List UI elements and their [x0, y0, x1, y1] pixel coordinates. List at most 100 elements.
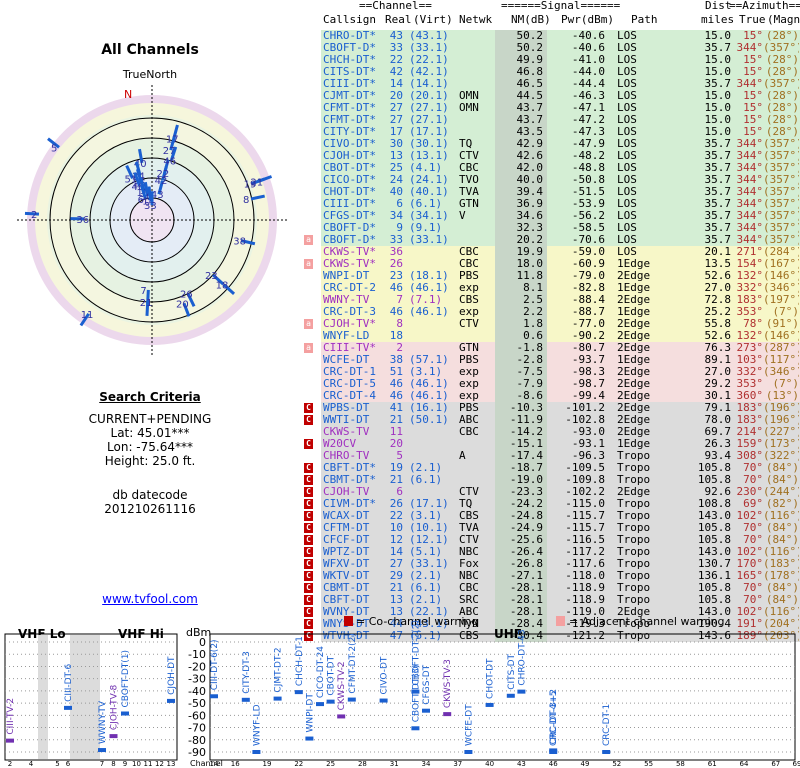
- table-row[interactable]: CIII-DT* 14 (14.1) 46.5 -44.4 LOS 35.7 344° (357…: [301, 78, 800, 90]
- cell-azimuth-magn: (357°): [763, 210, 799, 222]
- cell-nm-db: 44.5: [516, 90, 544, 102]
- table-row[interactable]: CIII-DT* 6 (6.1) GTN 36.9 -53.9 LOS 35.7 344° (35…: [301, 198, 800, 210]
- table-row[interactable]: CBOT-DT* 25 (4.1) CBC 42.0 -48.8 LOS 35.7 344° (3…: [301, 162, 800, 174]
- cell-virtual-channel: (2.1): [409, 570, 443, 582]
- table-row[interactable]: CICO-DT* 24 (24.1) TVO 40.0 -50.8 LOS 35.7 344°(…: [301, 174, 800, 186]
- table-row[interactable]: C CIVM-DT* 26 (17.1) TQ -24.2 -115.0 Tropo 108.8…: [301, 498, 800, 510]
- cell-pwr-dbm: -115.7: [565, 510, 605, 522]
- cell-azimuth-true: 15°: [743, 102, 763, 114]
- cell-distance: 78.0: [704, 414, 732, 426]
- cell-path: 2Edge: [617, 390, 651, 402]
- cell-callsign: CJOH-TV: [323, 486, 370, 498]
- cell-real-channel: 18: [389, 330, 403, 342]
- table-row[interactable]: C WCAX-DT 22 (3.1) CBS -24.8 -115.7 Tropo 143.0 1…: [301, 510, 800, 522]
- signal-marker: [422, 708, 430, 713]
- table-row[interactable]: CBOFT-D* 33 (33.1) 50.2 -40.6 LOS 35.7 344° (357…: [301, 42, 800, 54]
- cell-callsign: WNPI-DT: [323, 270, 370, 282]
- table-row[interactable]: C WPBS-DT 41 (16.1) PBS -10.3 -101.2 2Edge 79.1 1…: [301, 402, 800, 414]
- cell-virtual-channel: (9.1): [409, 222, 443, 234]
- table-row[interactable]: a CKWS-TV* 26 CBC 18.0 -60.9 1Edge 13.5 154° (167…: [301, 258, 800, 270]
- table-row[interactable]: CITS-DT* 42 (42.1) 46.8 -44.0 LOS 15.0 15° (28°): [301, 66, 800, 78]
- cell-real-channel: 20: [389, 90, 403, 102]
- cell-azimuth-true: 344°: [736, 186, 764, 198]
- cell-nm-db: -27.1: [509, 570, 543, 582]
- table-row[interactable]: CKWS-TV* 36 CBC 19.9 -59.0 LOS 20.1 271° (284°): [301, 246, 800, 258]
- table-row[interactable]: WNPI-DT 23 (18.1) PBS 11.8 -79.0 2Edge 52.6 132°…: [301, 270, 800, 282]
- table-row[interactable]: C WWTI-DT 21 (50.1) ABC -11.9 -102.8 2Edge 78.0 1…: [301, 414, 800, 426]
- cell-real-channel: 30: [389, 138, 403, 150]
- cell-network: PBS: [459, 402, 479, 414]
- table-row[interactable]: C W20CV 20 -15.1 -93.1 1Edge 26.3 159° (173°): [301, 438, 800, 450]
- table-row[interactable]: CFGS-DT* 34 (34.1) V 34.6 -56.2 LOS 35.7 344° (35…: [301, 210, 800, 222]
- cell-azimuth-true: 344°: [736, 42, 764, 54]
- table-row[interactable]: C CBMT-DT* 21 (6.1) -19.0 -109.8 Tropo 105.8 70°…: [301, 474, 800, 486]
- cell-real-channel: 25: [389, 162, 403, 174]
- cell-azimuth-true: 15°: [743, 66, 763, 78]
- cell-network: [459, 126, 491, 138]
- cell-real-channel: 22: [389, 54, 403, 66]
- table-row[interactable]: CHRO-DT* 43 (43.1) 50.2 -40.6 LOS 15.0 15° (28°): [301, 30, 800, 42]
- cell-azimuth-magn: (178°): [763, 570, 799, 582]
- cell-real-channel: 46: [389, 282, 403, 294]
- site-link[interactable]: www.tvfool.com: [102, 592, 198, 606]
- table-row[interactable]: CRC-DT-4 46 (46.1) exp -8.6 -99.4 2Edge 30.1 360…: [301, 390, 800, 402]
- signal-marker: [549, 748, 558, 753]
- table-row[interactable]: CFMT-DT* 27 (27.1) 43.7 -47.2 LOS 15.0 15° (28°): [301, 114, 800, 126]
- table-row[interactable]: CKWS-TV 11 CBC -14.2 -93.0 2Edge 69.7 214° (227°…: [301, 426, 800, 438]
- table-row[interactable]: WWNY-TV 7 (7.1) CBS 2.5 -88.4 2Edge 72.8 183° (19…: [301, 294, 800, 306]
- table-row[interactable]: WCFE-DT 38 (57.1) PBS -2.8 -93.7 1Edge 89.1 103°…: [301, 354, 800, 366]
- table-row[interactable]: CJMT-DT* 20 (20.1) OMN 44.5 -46.3 LOS 15.0 15° (2…: [301, 90, 800, 102]
- x-tick-label: 58: [676, 760, 685, 768]
- x-tick-label: 25: [326, 760, 335, 768]
- table-row[interactable]: CHOT-DT* 40 (40.1) TVA 39.4 -51.5 LOS 35.7 344°(…: [301, 186, 800, 198]
- cell-distance: 130.7: [697, 558, 731, 570]
- cell-network: NBC: [459, 570, 479, 582]
- table-row[interactable]: C WKTV-DT 29 (2.1) NBC -27.1 -118.0 Tropo 136.1 1…: [301, 570, 800, 582]
- signal-marker: [411, 726, 420, 731]
- table-row[interactable]: CRC-DT-2 46 (46.1) exp 8.1 -82.8 1Edge 27.0 332°…: [301, 282, 800, 294]
- cell-distance: 15.0: [704, 126, 732, 138]
- table-row[interactable]: CRC-DT-1 51 (3.1) exp -7.5 -98.3 2Edge 27.0 332°…: [301, 366, 800, 378]
- table-row[interactable]: CHCH-DT* 22 (22.1) 49.9 -41.0 LOS 15.0 15° (28°): [301, 54, 800, 66]
- cell-pwr-dbm: -101.2: [565, 402, 605, 414]
- cell-network: CBC: [459, 258, 479, 270]
- cell-real-channel: 6: [396, 486, 403, 498]
- cell-path: Tropo: [617, 462, 651, 474]
- cell-real-channel: 17: [389, 126, 403, 138]
- table-row[interactable]: C WFXV-DT 27 (33.1) Fox -26.8 -117.6 Tropo 130.7…: [301, 558, 800, 570]
- cell-real-channel: 26: [389, 258, 403, 270]
- table-row[interactable]: CJOH-DT* 13 (13.1) CTV 42.6 -48.2 LOS 35.7 344°(…: [301, 150, 800, 162]
- cell-virtual-channel: (46.1): [409, 378, 449, 390]
- table-row[interactable]: a CJOH-TV* 8 CTV 1.8 -77.0 2Edge 55.8 78° (91°): [301, 318, 800, 330]
- cell-network: TVO: [459, 174, 479, 186]
- table-row[interactable]: CRC-DT-5 46 (46.1) exp -7.9 -98.7 2Edge 29.2 353…: [301, 378, 800, 390]
- table-row[interactable]: C CFCF-DT 12 (12.1) CTV -25.6 -116.5 Tropo 105.8…: [301, 534, 800, 546]
- cell-azimuth-magn: (244°): [763, 486, 799, 498]
- table-row[interactable]: C CJOH-TV 6 CTV -23.3 -102.2 2Edge 92.6 230° (244…: [301, 486, 800, 498]
- table-row[interactable]: C CBFT-DT* 19 (2.1) -18.7 -109.5 Tropo 105.8 70°…: [301, 462, 800, 474]
- table-row[interactable]: a CBOFT-D* 33 (33.1) 20.2 -70.6 LOS 35.7 344° (35…: [301, 234, 800, 246]
- cell-path: Tropo: [617, 594, 651, 606]
- cell-azimuth-true: 273°: [736, 342, 764, 354]
- table-row[interactable]: CITY-DT* 17 (17.1) 43.5 -47.3 LOS 15.0 15° (28°): [301, 126, 800, 138]
- table-row[interactable]: C WPTZ-DT 14 (5.1) NBC -26.4 -117.2 Tropo 143.0 1…: [301, 546, 800, 558]
- x-tick-label: 55: [644, 760, 653, 768]
- table-row[interactable]: WNYF-LD 18 0.6 -90.2 2Edge 52.6 132° (146°): [301, 330, 800, 342]
- table-row[interactable]: CRC-DT-3 46 (46.1) exp 2.2 -88.7 1Edge 25.2 353°…: [301, 306, 800, 318]
- table-row[interactable]: CIVO-DT* 30 (30.1) TQ 42.9 -47.9 LOS 35.7 344° (3…: [301, 138, 800, 150]
- table-row[interactable]: C CBMT-DT 21 (6.1) CBC -28.1 -118.9 Tropo 105.8 7…: [301, 582, 800, 594]
- x-tick-label: 6: [66, 760, 71, 768]
- cell-virtual-channel: (57.1): [409, 354, 449, 366]
- cell-azimuth-true: 154°: [736, 258, 764, 270]
- table-row[interactable]: a CIII-TV* 2 GTN -1.8 -80.7 2Edge 76.3 273° (287°…: [301, 342, 800, 354]
- cell-network: exp: [459, 378, 479, 390]
- cell-path: Tropo: [617, 450, 651, 462]
- table-row[interactable]: C CFTM-DT 10 (10.1) TVA -24.9 -115.7 Tropo 105.8…: [301, 522, 800, 534]
- table-row[interactable]: CFMT-DT* 27 (27.1) OMN 43.7 -47.1 LOS 15.0 15° (2…: [301, 102, 800, 114]
- cell-pwr-dbm: -102.8: [565, 414, 605, 426]
- table-row[interactable]: CBOFT-D* 9 (9.1) 32.3 -58.5 LOS 35.7 344° (357°): [301, 222, 800, 234]
- table-row[interactable]: CHRO-TV 5 A -17.4 -96.3 Tropo 93.4 308° (322°): [301, 450, 800, 462]
- cell-path: 2Edge: [617, 426, 651, 438]
- table-row[interactable]: C CBFT-DT 13 (2.1) SRC -28.1 -118.9 Tropo 105.8 7…: [301, 594, 800, 606]
- cell-path: 1Edge: [617, 438, 651, 450]
